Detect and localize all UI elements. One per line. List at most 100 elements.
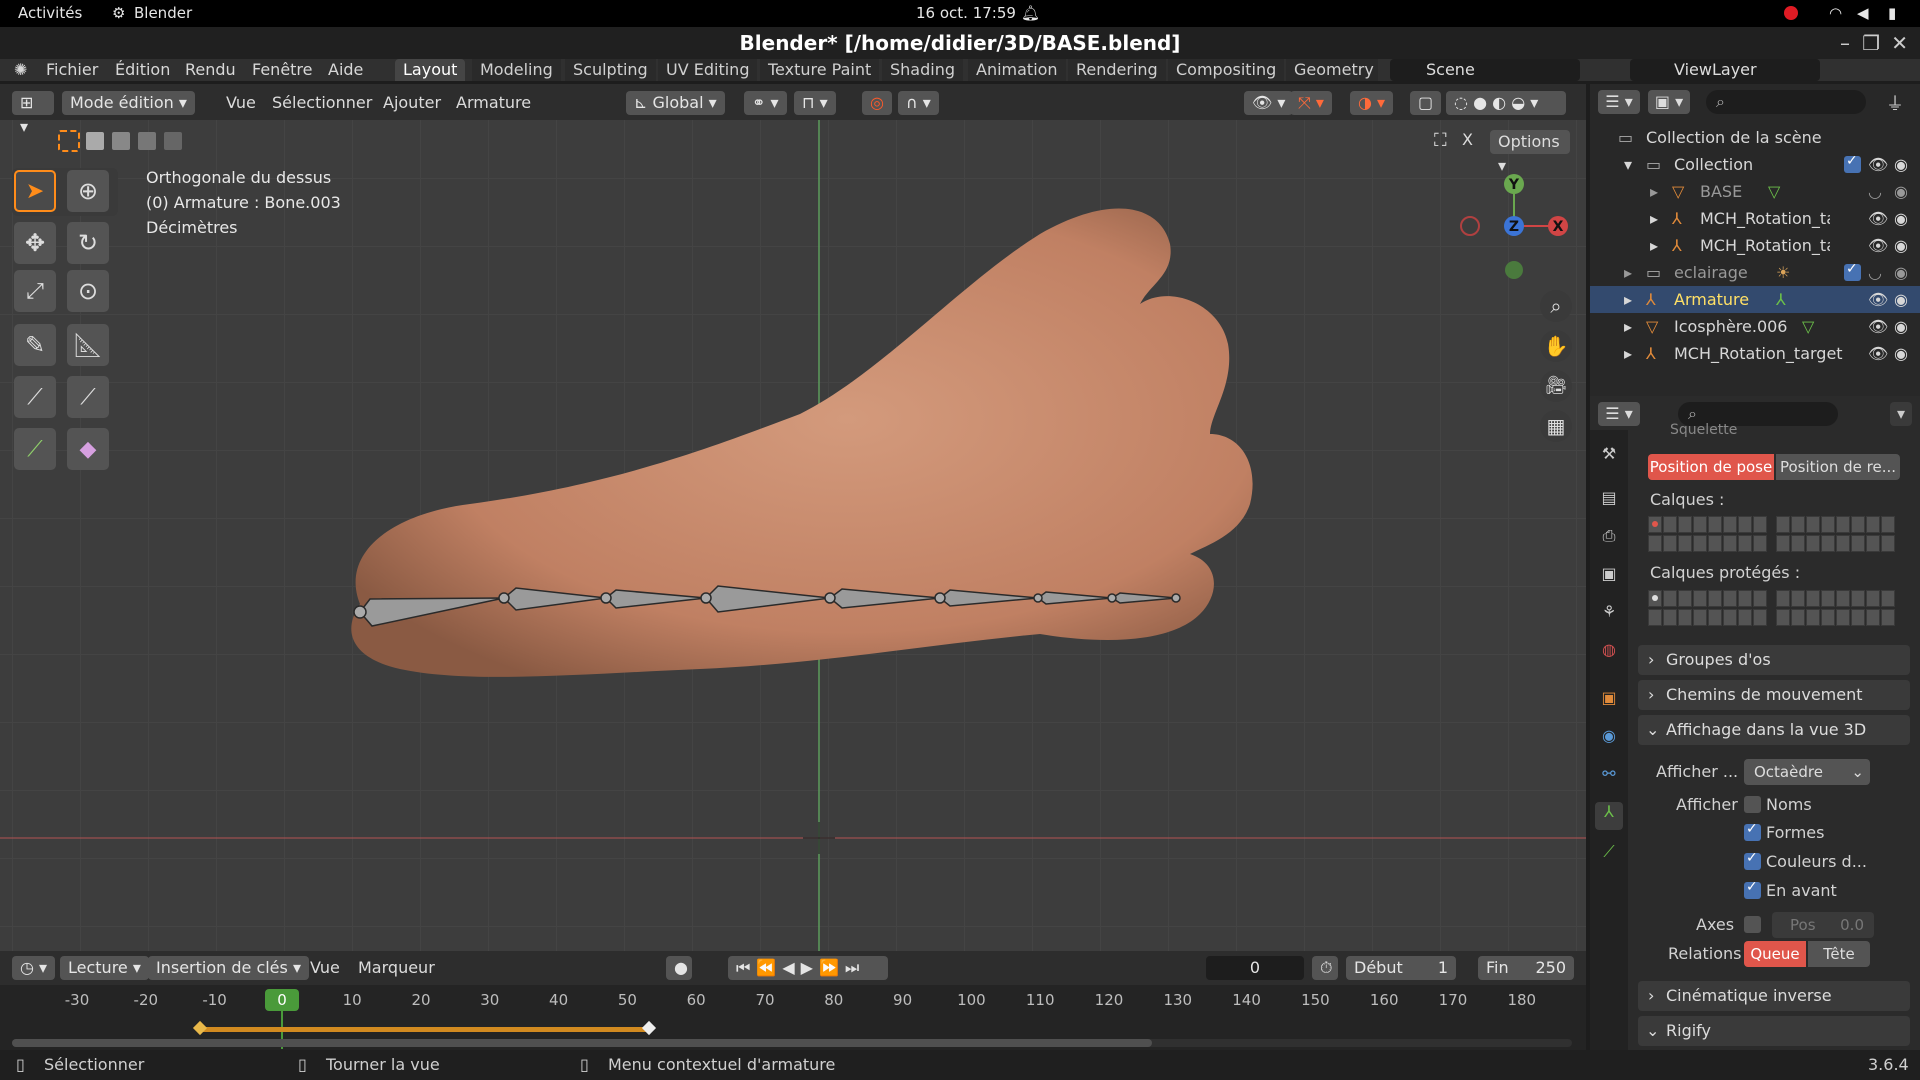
menu-armature[interactable]: Armature	[456, 91, 531, 115]
editor-type-dropdown[interactable]: ⊞ ▾	[12, 91, 54, 136]
outliner-editor-type[interactable]: ☰ ▾	[1598, 90, 1640, 114]
preview-range-toggle[interactable]: ⏱	[1312, 956, 1338, 980]
expand-chevron-icon[interactable]: ▸	[1650, 236, 1658, 255]
layer-cell[interactable]	[1663, 590, 1677, 607]
layer-cell[interactable]	[1866, 590, 1880, 607]
visibility-dropdown[interactable]: 👁︎ ▾	[1244, 91, 1294, 115]
layer-cell[interactable]	[1821, 609, 1835, 626]
layer-cell[interactable]	[1753, 609, 1767, 626]
layer-cell[interactable]	[1851, 590, 1865, 607]
tool-rotate[interactable]: ↻	[67, 222, 109, 264]
layer-cell[interactable]	[1678, 609, 1692, 626]
layer-cell[interactable]	[1753, 516, 1767, 533]
foot-mesh[interactable]	[351, 208, 1253, 677]
layer-cell[interactable]	[1663, 516, 1677, 533]
layer-cell[interactable]	[1648, 590, 1662, 607]
axes-position-field[interactable]: Pos 0.0	[1772, 912, 1874, 938]
outliner-row[interactable]: ▸ ▭ eclairage ☀ ◡ ◉	[1590, 259, 1920, 286]
timeline-editor-type[interactable]: ◷ ▾	[12, 956, 56, 980]
layer-cell[interactable]	[1723, 535, 1737, 552]
layer-cell[interactable]	[1723, 590, 1737, 607]
outliner-row[interactable]: ▸ ⅄ MCH_Rotation_target 👁︎ ◉	[1590, 340, 1920, 367]
tool-tab-icon[interactable]: ⚒	[1595, 444, 1623, 472]
xray-toggle[interactable]: ▢	[1410, 91, 1442, 115]
filter-icon[interactable]: ⏚	[1886, 90, 1904, 116]
exclude-checkbox[interactable]	[1844, 261, 1861, 281]
layer-cell[interactable]	[1866, 516, 1880, 533]
options-dropdown[interactable]: Options ▾	[1490, 130, 1570, 175]
bone-joint[interactable]	[353, 605, 367, 619]
zoom-icon[interactable]: ⌕	[1540, 290, 1572, 322]
render-camera-icon[interactable]: ◉	[1894, 209, 1908, 228]
bone-joint[interactable]	[600, 592, 612, 604]
maximize-icon[interactable]: ❐	[1862, 27, 1880, 59]
app-menu[interactable]: Blender	[134, 4, 192, 22]
eye-icon[interactable]: 👁︎	[1868, 344, 1888, 363]
playback-dropdown[interactable]: Lecture ▾	[60, 956, 149, 980]
scrollbar-thumb[interactable]	[12, 1039, 1152, 1047]
gizmo-neg-y-icon[interactable]	[1505, 261, 1523, 279]
menu-vue[interactable]: Vue	[226, 91, 256, 115]
layer-cell[interactable]	[1866, 535, 1880, 552]
proportional-edit-toggle[interactable]: ◎	[862, 91, 892, 115]
expand-chevron-icon[interactable]: ▸	[1624, 290, 1632, 309]
display-as-dropdown[interactable]: Octaèdre ⌄	[1744, 759, 1870, 785]
rest-position-button[interactable]: Position de re...	[1776, 454, 1900, 480]
layer-cell[interactable]	[1693, 535, 1707, 552]
menu-aide[interactable]: Aide	[328, 59, 363, 81]
panel-rigify[interactable]: ⌄ Rigify	[1638, 1016, 1910, 1046]
layer-cell[interactable]	[1881, 609, 1895, 626]
menu-edition[interactable]: Édition	[115, 59, 170, 81]
select-invert-icon[interactable]	[138, 132, 156, 150]
tool-annotate[interactable]: ✎	[14, 324, 56, 366]
layer-cell[interactable]	[1708, 535, 1722, 552]
start-frame-field[interactable]: Début 1	[1346, 956, 1456, 980]
keyframe-end-icon[interactable]	[641, 1020, 657, 1036]
expand-chevron-icon[interactable]: ▸	[1650, 209, 1658, 228]
tab-compositing[interactable]: Compositing	[1168, 59, 1285, 81]
tab-geometry-nodes[interactable]: Geometry N	[1286, 59, 1378, 81]
layer-cell[interactable]	[1678, 516, 1692, 533]
object-tab-icon[interactable]: ▣	[1595, 688, 1623, 716]
tab-texture-paint[interactable]: Texture Paint	[760, 59, 880, 81]
expand-chevron-icon[interactable]: ▸	[1624, 263, 1632, 282]
3d-viewport[interactable]: Y X Z Orthogonale du dessus (0) Armature…	[0, 84, 1586, 951]
layer-cell[interactable]	[1776, 590, 1790, 607]
eye-icon[interactable]: 👁︎	[1868, 155, 1888, 174]
navigation-gizmo[interactable]: Y X Z	[1460, 174, 1568, 279]
layer-cell[interactable]	[1836, 590, 1850, 607]
tool-cursor[interactable]: ⊕	[67, 170, 109, 212]
bone-joint[interactable]	[1171, 593, 1181, 603]
layer-cell[interactable]	[1881, 535, 1895, 552]
current-frame-field[interactable]: 0	[1206, 956, 1304, 980]
close-icon[interactable]: ✕	[1891, 27, 1908, 59]
constraints-tab-icon[interactable]: ⚯	[1595, 764, 1623, 792]
expand-chevron-icon[interactable]: ▸	[1650, 182, 1658, 201]
tool-transform[interactable]: ⊙	[67, 270, 109, 312]
clock[interactable]: 16 oct. 17:59	[916, 4, 1016, 22]
render-tab-icon[interactable]: ▤	[1595, 488, 1623, 516]
tab-layout[interactable]: Layout	[395, 59, 466, 81]
layer-cell[interactable]	[1836, 516, 1850, 533]
bone-joint[interactable]	[498, 592, 510, 604]
panel-inverse-kinematics[interactable]: › Cinématique inverse	[1638, 981, 1910, 1011]
render-camera-icon[interactable]: ◉	[1894, 317, 1908, 336]
layer-cell[interactable]	[1738, 590, 1752, 607]
tool-measure[interactable]: 📐︎	[67, 324, 109, 366]
outliner-search-input[interactable]: ⌕	[1706, 90, 1866, 114]
tab-sculpting[interactable]: Sculpting	[565, 59, 656, 81]
wifi-icon[interactable]: ◠	[1829, 4, 1842, 22]
tool-envelope[interactable]: ◆	[67, 428, 109, 470]
layer-cell[interactable]	[1693, 609, 1707, 626]
layer-cell[interactable]	[1791, 590, 1805, 607]
layer-cell[interactable]	[1881, 590, 1895, 607]
layer-cell[interactable]	[1663, 609, 1677, 626]
end-frame-field[interactable]: Fin 250	[1478, 956, 1574, 980]
output-tab-icon[interactable]: ⎙	[1595, 526, 1623, 554]
tool-extrude[interactable]: ⟋	[14, 428, 56, 470]
layer-cell[interactable]	[1806, 535, 1820, 552]
render-camera-icon[interactable]: ◉	[1894, 263, 1908, 282]
tab-uv-editing[interactable]: UV Editing	[658, 59, 758, 81]
layer-cell[interactable]	[1881, 516, 1895, 533]
overlays-dropdown[interactable]: ◑ ▾	[1350, 91, 1394, 115]
